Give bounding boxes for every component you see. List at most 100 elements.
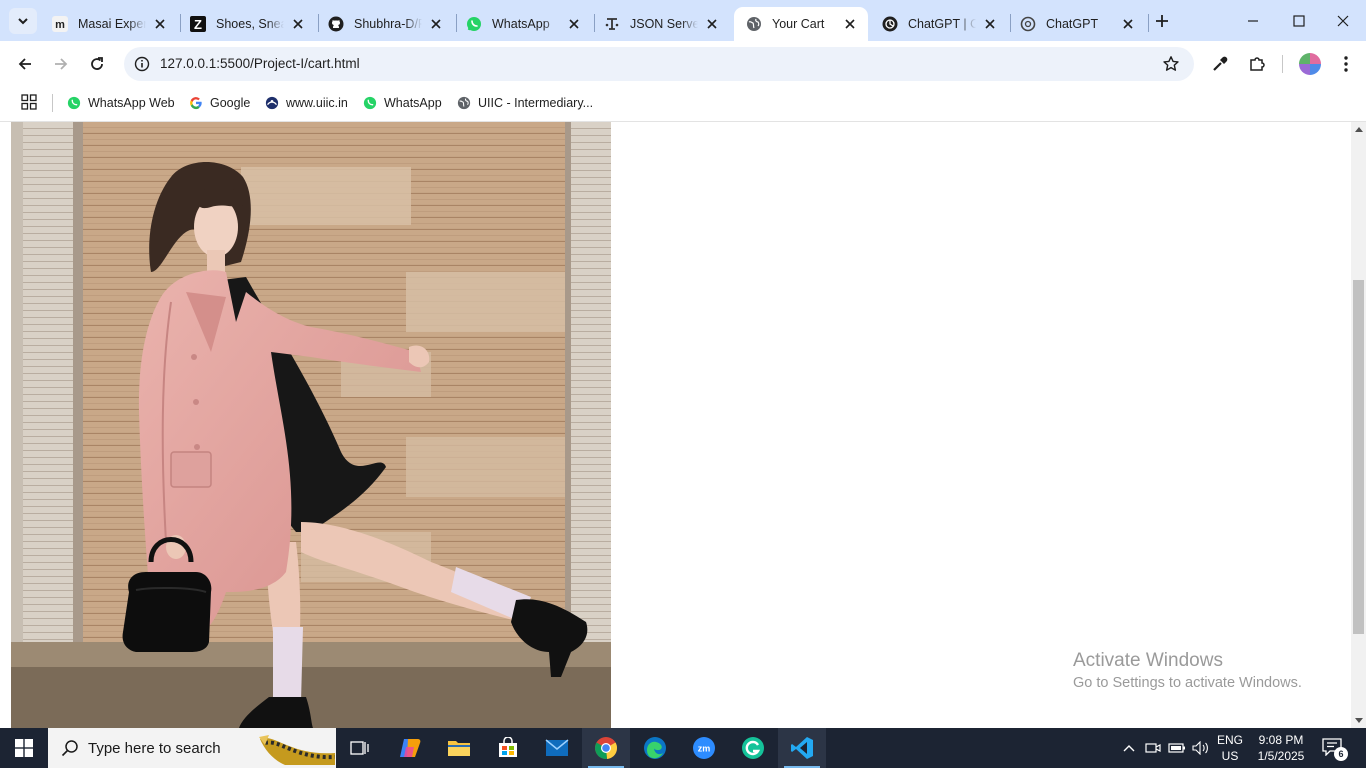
tab-your-cart[interactable]: Your Cart (734, 7, 868, 41)
close-icon[interactable] (428, 16, 444, 32)
system-clock[interactable]: 9:08 PM 1/5/2025 (1252, 732, 1310, 764)
input-language-indicator[interactable]: ENG US (1212, 732, 1248, 764)
microsoft-store-button[interactable] (484, 728, 532, 768)
tab-title: Your Cart (772, 17, 825, 31)
tab-zappos[interactable]: Z Shoes, Sneakers (178, 7, 316, 41)
notification-center-button[interactable]: 6 (1322, 738, 1348, 761)
github-icon (328, 16, 344, 32)
chevron-up-icon (1123, 745, 1135, 752)
tab-whatsapp[interactable]: WhatsApp (454, 7, 592, 41)
minimize-button[interactable] (1230, 0, 1276, 41)
bookmark-uiic-intermediary[interactable]: UIIC - Intermediary... (457, 93, 593, 113)
puzzle-icon (1250, 57, 1265, 71)
product-photo-graphic (11, 122, 611, 728)
edge-button[interactable] (631, 728, 679, 768)
tab-search-button[interactable] (9, 8, 37, 34)
task-view-button[interactable] (336, 728, 384, 768)
back-button[interactable] (11, 50, 39, 78)
apps-grid-icon[interactable] (21, 94, 37, 110)
bookmark-star-icon[interactable] (1162, 55, 1180, 73)
new-tab-button[interactable] (1152, 11, 1172, 31)
tab-json-server[interactable]: JSON Server (592, 7, 730, 41)
grammarly-button[interactable] (729, 728, 777, 768)
close-window-button[interactable] (1320, 0, 1366, 41)
watermark-subtitle: Go to Settings to activate Windows. (1073, 675, 1302, 691)
vscode-button[interactable] (778, 728, 826, 768)
taskbar-search-box[interactable]: Type here to search (48, 728, 336, 768)
chrome-icon (594, 737, 618, 760)
browser-menu-button[interactable] (1335, 53, 1357, 75)
scroll-down-arrow-icon[interactable] (1355, 718, 1363, 723)
forward-button[interactable] (47, 50, 75, 78)
product-photo[interactable] (11, 122, 611, 728)
close-icon[interactable] (842, 16, 858, 32)
chevron-down-icon (18, 18, 28, 25)
browser-toolbar: 127.0.0.1:5500/Project-I/cart.html (0, 41, 1366, 86)
tab-github[interactable]: Shubhra-D/Project (316, 7, 454, 41)
grammarly-icon (742, 737, 764, 759)
url-text[interactable]: 127.0.0.1:5500/Project-I/cart.html (160, 56, 360, 71)
zoom-button[interactable]: zm (680, 728, 728, 768)
tab-chatgpt[interactable]: ChatGPT (1008, 7, 1146, 41)
uiic-icon (265, 96, 279, 110)
zappos-icon: Z (190, 16, 206, 32)
close-icon[interactable] (290, 16, 306, 32)
close-icon[interactable] (704, 16, 720, 32)
globe-icon (457, 96, 471, 110)
tab-chatgpt-openai[interactable]: ChatGPT | OpenAI (870, 7, 1008, 41)
site-info-icon[interactable] (134, 56, 150, 72)
close-icon[interactable] (152, 16, 168, 32)
toolbar-divider (1282, 55, 1283, 73)
store-icon (499, 737, 517, 757)
masai-icon: m (52, 16, 68, 32)
windows-taskbar: Type here to search zm ENG US 9:08 PM 1/… (0, 728, 1366, 768)
start-button[interactable] (0, 728, 48, 768)
tab-title: Shoes, Sneakers (216, 17, 284, 31)
tab-title: ChatGPT (1046, 17, 1099, 31)
bookmark-google[interactable]: Google (189, 93, 250, 113)
address-bar[interactable]: 127.0.0.1:5500/Project-I/cart.html (124, 47, 1194, 81)
chrome-button[interactable] (582, 728, 630, 768)
copilot-icon (400, 739, 421, 757)
svg-text:zm: zm (698, 744, 711, 754)
mail-button[interactable] (533, 728, 581, 768)
search-icon (61, 740, 78, 757)
search-highlight-film-icon (259, 735, 335, 765)
reload-button[interactable] (83, 50, 111, 78)
zoom-icon: zm (693, 737, 715, 759)
bookmark-whatsapp-web[interactable]: WhatsApp Web (67, 93, 175, 113)
eyedropper-extension-button[interactable] (1209, 53, 1231, 75)
arrow-left-icon (18, 58, 31, 70)
close-icon[interactable] (982, 16, 998, 32)
close-icon[interactable] (1120, 16, 1136, 32)
scrollbar-thumb[interactable] (1353, 280, 1364, 634)
tab-title: Shubhra-D/Project (354, 17, 422, 31)
mail-icon (545, 739, 569, 756)
bookmark-label: Google (210, 96, 251, 110)
volume-button[interactable] (1191, 728, 1211, 768)
watermark-title: Activate Windows (1073, 650, 1223, 671)
page-scrollbar[interactable] (1351, 122, 1366, 728)
battery-button[interactable] (1167, 728, 1187, 768)
reload-icon (91, 57, 103, 70)
meet-now-button[interactable] (1143, 728, 1163, 768)
extensions-button[interactable] (1246, 53, 1268, 75)
language-code: ENG (1216, 733, 1243, 747)
bookmark-label: WhatsApp Web (88, 96, 175, 110)
clock-time: 9:08 PM (1258, 733, 1304, 747)
bookmark-whatsapp[interactable]: WhatsApp (363, 93, 442, 113)
tab-masai[interactable]: m Masai Experience (40, 7, 178, 41)
bookmark-label: www.uiic.in (286, 96, 348, 110)
copilot-button[interactable] (386, 728, 434, 768)
profile-avatar[interactable] (1299, 53, 1321, 75)
show-hidden-icons-button[interactable] (1119, 728, 1139, 768)
close-icon[interactable] (566, 16, 582, 32)
globe-icon (746, 16, 762, 32)
activate-windows-watermark: Activate Windows Go to Settings to activ… (1073, 650, 1302, 691)
bookmark-uiic[interactable]: www.uiic.in (265, 93, 348, 113)
minimize-icon (1248, 19, 1258, 22)
maximize-button[interactable] (1276, 0, 1322, 41)
scroll-up-arrow-icon[interactable] (1355, 127, 1363, 132)
tab-divider (1148, 14, 1149, 32)
file-explorer-button[interactable] (435, 728, 483, 768)
